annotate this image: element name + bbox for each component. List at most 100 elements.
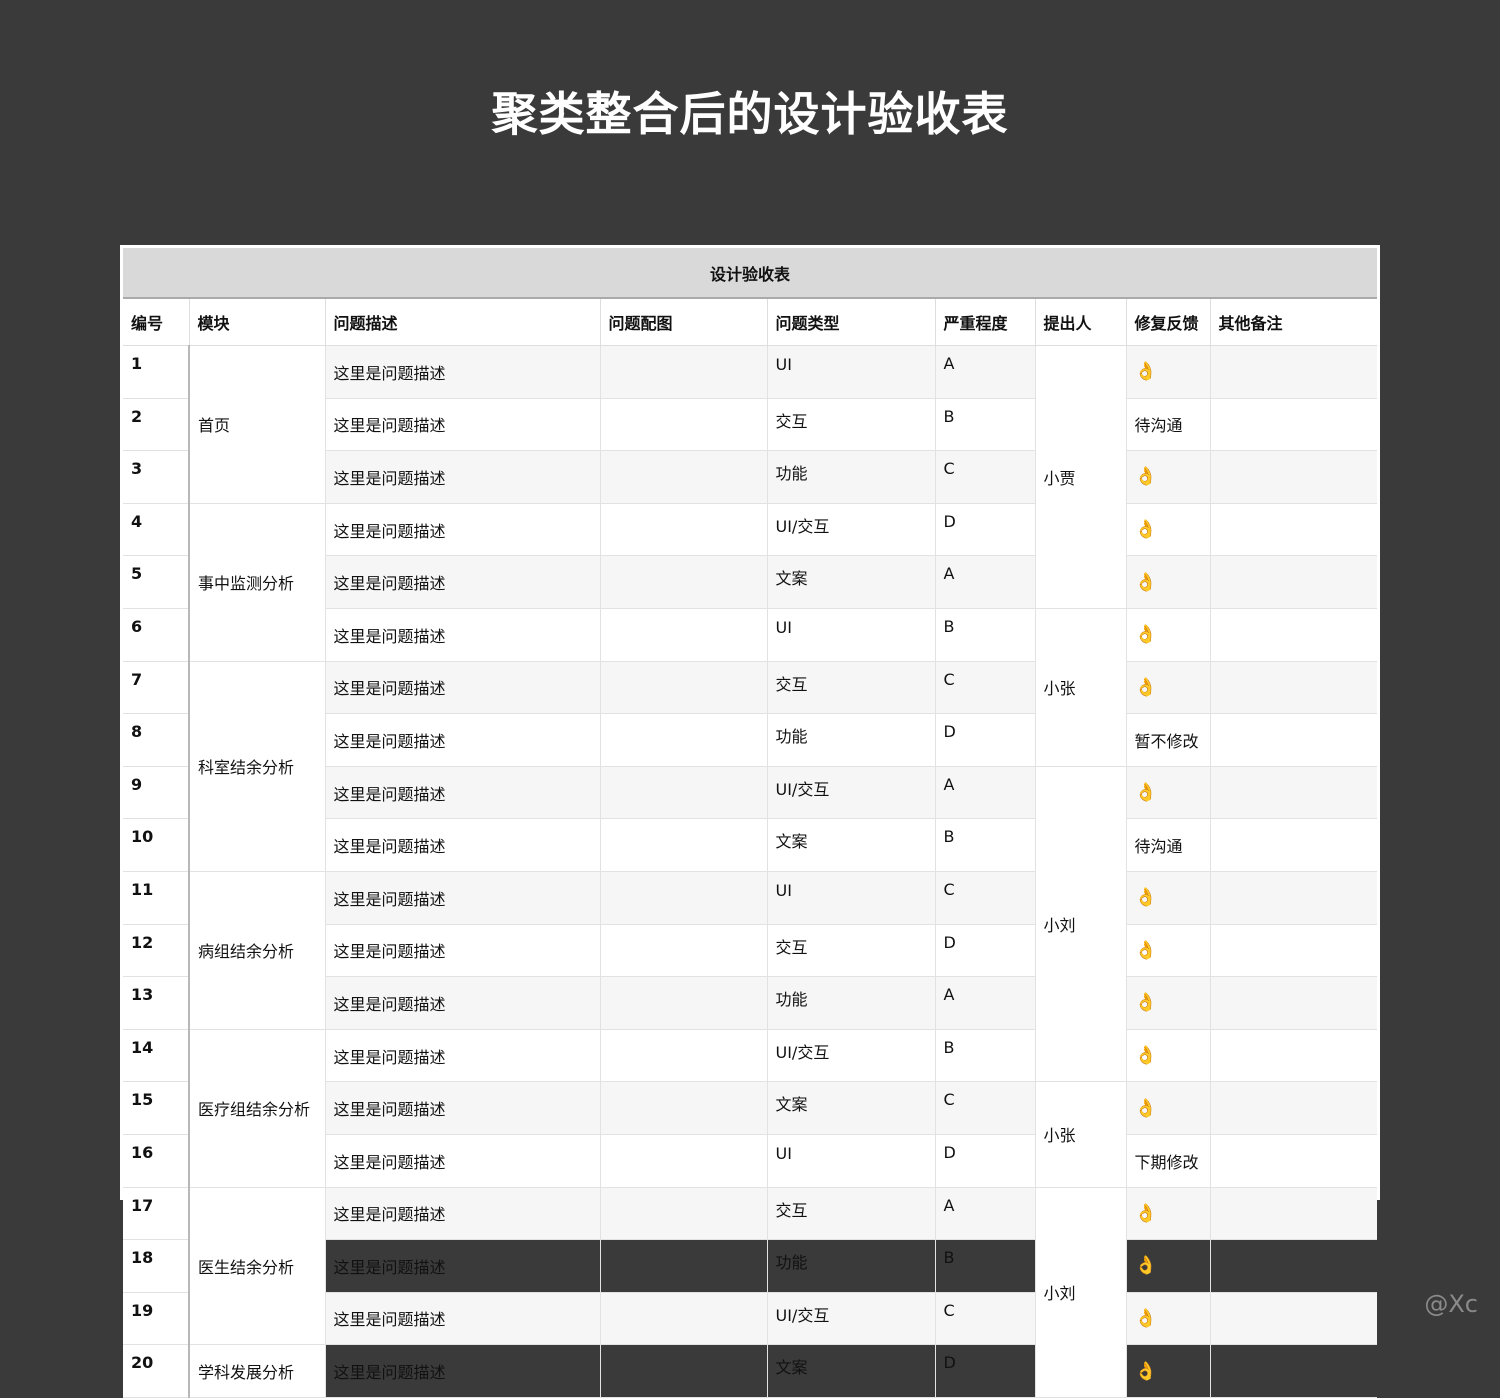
problem-image-cell: [599, 1344, 767, 1398]
severity-level: A: [934, 766, 1035, 820]
problem-description: 这里是问题描述: [324, 1081, 600, 1135]
row-id: 16: [123, 1134, 190, 1188]
table-caption: 设计验收表: [123, 248, 1377, 299]
problem-image-cell: [599, 818, 767, 872]
row-id: 7: [123, 661, 190, 715]
module-cell: 病组结余分析: [188, 871, 325, 1030]
problem-image-cell: [599, 450, 767, 504]
problem-description: 这里是问题描述: [324, 608, 600, 662]
problem-description: 这里是问题描述: [324, 713, 600, 767]
row-id: 6: [123, 608, 190, 662]
notes-cell: [1209, 1081, 1377, 1135]
problem-type: UI/交互: [766, 766, 935, 820]
problem-type: UI: [766, 1134, 935, 1188]
row-id: 14: [123, 1029, 190, 1083]
table-row: 7 科室结余分析 这里是问题描述 交互 C 👌: [123, 661, 1377, 872]
problem-type: UI/交互: [766, 1292, 935, 1346]
row-id: 8: [123, 713, 190, 767]
problem-description: 这里是问题描述: [324, 818, 600, 872]
severity-level: A: [934, 345, 1035, 399]
problem-image-cell: [599, 976, 767, 1030]
fix-feedback: 暂不修改: [1125, 713, 1210, 767]
severity-level: A: [934, 1187, 1035, 1241]
col-header-id: 编号: [123, 298, 189, 346]
notes-cell: [1209, 976, 1377, 1030]
severity-level: B: [934, 818, 1035, 872]
problem-image-cell: [599, 1187, 767, 1241]
table-row: 17 医生结余分析 这里是问题描述 交互 A 小刘 👌: [123, 1187, 1377, 1398]
notes-cell: [1209, 1187, 1377, 1241]
ok-hand-icon: 👌: [1125, 1239, 1210, 1293]
problem-description: 这里是问题描述: [324, 345, 600, 399]
table-body: 1 首页 这里是问题描述 UI A 小贾 👌 2 这里是问题描述 交互 B 待沟通 3 这里是问题描述 功能…: [123, 345, 1377, 1398]
notes-cell: [1209, 818, 1377, 872]
severity-level: B: [934, 608, 1035, 662]
row-id: 13: [123, 976, 190, 1030]
severity-level: B: [934, 398, 1035, 452]
row-id: 20: [123, 1344, 190, 1398]
col-header-image: 问题配图: [599, 298, 767, 346]
notes-cell: [1209, 1029, 1377, 1083]
row-id: 9: [123, 766, 190, 820]
ok-hand-icon: 👌: [1125, 503, 1210, 557]
notes-cell: [1209, 1344, 1377, 1398]
problem-type: 文案: [766, 1344, 935, 1398]
problem-type: 交互: [766, 1187, 935, 1241]
problem-description: 这里是问题描述: [324, 1187, 600, 1241]
severity-level: D: [934, 713, 1035, 767]
col-header-notes: 其他备注: [1209, 298, 1377, 346]
module-cell: 医疗组结余分析: [188, 1029, 325, 1188]
row-id: 4: [123, 503, 190, 557]
problem-description: 这里是问题描述: [324, 766, 600, 820]
ok-hand-icon: 👌: [1125, 1029, 1210, 1083]
row-id: 15: [123, 1081, 190, 1135]
severity-level: D: [934, 924, 1035, 978]
col-header-feedback: 修复反馈: [1125, 298, 1210, 346]
notes-cell: [1209, 398, 1377, 452]
table-row: 11 病组结余分析 这里是问题描述 UI C 👌: [123, 871, 1377, 1030]
problem-description: 这里是问题描述: [324, 871, 600, 925]
row-id: 5: [123, 555, 190, 609]
reporter-cell: 小刘: [1034, 1187, 1126, 1398]
problem-image-cell: [599, 871, 767, 925]
severity-level: D: [934, 1344, 1035, 1398]
reporter-cell: 小张: [1034, 1081, 1126, 1188]
notes-cell: [1209, 661, 1377, 715]
severity-level: C: [934, 450, 1035, 504]
ok-hand-icon: 👌: [1125, 1292, 1210, 1346]
reporter-cell: 小刘: [1034, 766, 1126, 1083]
row-id: 2: [123, 398, 190, 452]
severity-level: C: [934, 661, 1035, 715]
problem-description: 这里是问题描述: [324, 1239, 600, 1293]
severity-level: C: [934, 1292, 1035, 1346]
acceptance-table-card: 设计验收表 编号 模块 问题描述 问题配图 问题类型 严重程度 提出人 修复反馈…: [120, 245, 1380, 1398]
problem-image-cell: [599, 503, 767, 557]
table-row: 1 首页 这里是问题描述 UI A 小贾 👌: [123, 345, 1377, 609]
col-header-module: 模块: [188, 298, 325, 346]
problem-description: 这里是问题描述: [324, 1292, 600, 1346]
problem-type: 交互: [766, 661, 935, 715]
ok-hand-icon: 👌: [1125, 924, 1210, 978]
watermark: @Xc: [1424, 1290, 1478, 1318]
notes-cell: [1209, 766, 1377, 820]
severity-level: D: [934, 503, 1035, 557]
row-id: 18: [123, 1239, 190, 1293]
problem-description: 这里是问题描述: [324, 555, 600, 609]
problem-image-cell: [599, 345, 767, 399]
col-header-description: 问题描述: [324, 298, 600, 346]
problem-type: UI: [766, 345, 935, 399]
severity-level: D: [934, 1134, 1035, 1188]
problem-image-cell: [599, 555, 767, 609]
row-id: 19: [123, 1292, 190, 1346]
problem-image-cell: [599, 608, 767, 662]
ok-hand-icon: 👌: [1125, 1081, 1210, 1135]
problem-description: 这里是问题描述: [324, 1134, 600, 1188]
row-id: 10: [123, 818, 190, 872]
problem-type: 功能: [766, 713, 935, 767]
module-cell: 学科发展分析: [188, 1344, 325, 1398]
reporter-cell: 小贾: [1034, 345, 1126, 609]
problem-image-cell: [599, 1292, 767, 1346]
severity-level: B: [934, 1029, 1035, 1083]
ok-hand-icon: 👌: [1125, 1344, 1210, 1398]
problem-image-cell: [599, 661, 767, 715]
